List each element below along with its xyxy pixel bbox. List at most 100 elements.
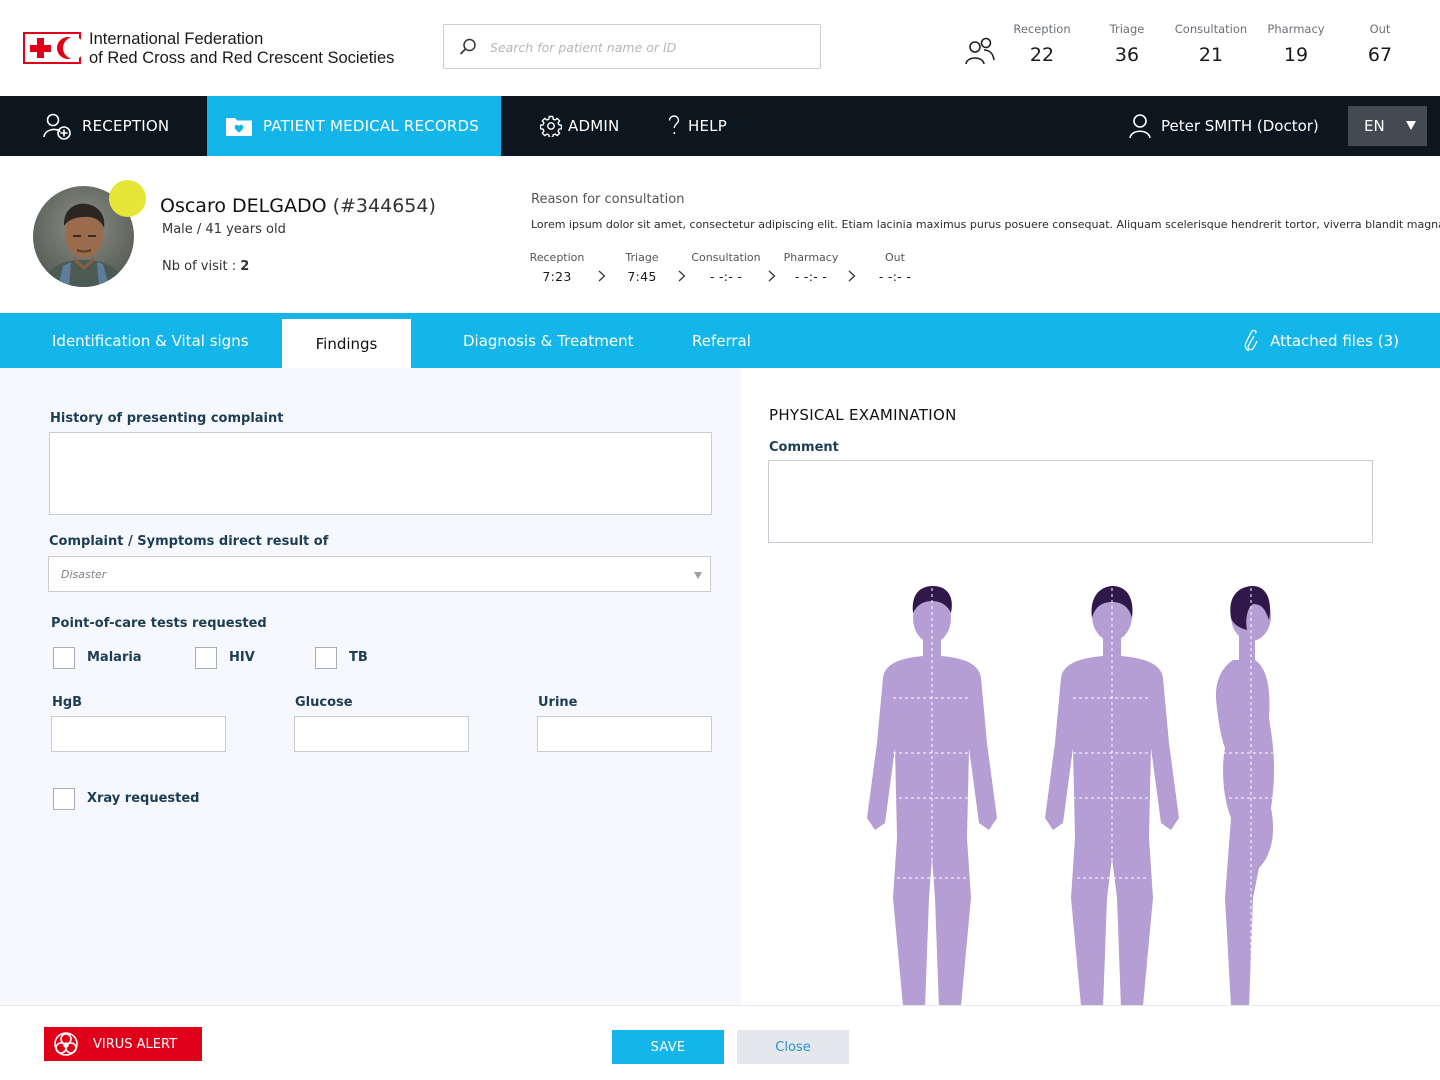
folder-heart-icon <box>226 118 252 136</box>
timeline-reception: Reception 7:23 <box>512 251 602 284</box>
ifrc-logo-icon <box>23 32 85 64</box>
timeline-out: Out - -:- - <box>850 251 940 284</box>
nav-help-label: HELP <box>688 117 727 135</box>
save-button[interactable]: SAVE <box>612 1030 724 1064</box>
tab-findings[interactable]: Findings <box>282 319 411 368</box>
virus-alert-label: VIRUS ALERT <box>93 1036 178 1052</box>
patient-id: (#344654) <box>332 195 436 217</box>
biohazard-icon <box>54 1032 78 1056</box>
complaint-select-value: Disaster <box>61 568 107 581</box>
timeline-time: 7:23 <box>542 269 572 284</box>
malaria-checkbox[interactable] <box>53 647 75 669</box>
reason-title: Reason for consultation <box>531 192 685 207</box>
history-label: History of presenting complaint <box>50 411 284 426</box>
hiv-label: HIV <box>229 650 255 665</box>
action-bar: VIRUS ALERT SAVE Close <box>0 1005 1440 1080</box>
timeline-consultation: Consultation - -:- - <box>681 251 771 284</box>
timeline-label: Consultation <box>691 251 761 264</box>
search-icon <box>459 38 476 55</box>
visit-count: Nb of visit : 2 <box>162 259 249 274</box>
nav-reception-label: RECEPTION <box>82 117 170 135</box>
findings-form: History of presenting complaint Complain… <box>0 368 741 1005</box>
hiv-checkbox[interactable] <box>195 647 217 669</box>
urine-input[interactable] <box>537 716 712 752</box>
main-nav: RECEPTION PATIENT MEDICAL RECORDS ADMIN … <box>0 96 1440 156</box>
nav-help[interactable]: HELP <box>668 96 727 156</box>
question-icon <box>668 115 680 134</box>
patient-first-name: Oscaro <box>160 195 226 217</box>
org-name: International Federation of Red Cross an… <box>89 30 394 68</box>
caret-down-icon <box>694 572 702 579</box>
history-textarea[interactable] <box>49 432 712 515</box>
stat-value: 22 <box>1029 44 1055 66</box>
stat-label: Triage <box>1109 22 1145 36</box>
tab-diagnosis[interactable]: Diagnosis & Treatment <box>463 313 633 368</box>
stat-triage: Triage 36 <box>1082 22 1172 66</box>
malaria-label: Malaria <box>87 650 142 665</box>
visit-count-label: Nb of visit : <box>162 259 241 274</box>
urine-label: Urine <box>538 695 578 710</box>
timeline-pharmacy: Pharmacy - -:- - <box>766 251 856 284</box>
tb-label: TB <box>349 650 368 665</box>
timeline-label: Pharmacy <box>783 251 839 264</box>
timeline-time: - -:- - <box>709 269 743 284</box>
stat-label: Pharmacy <box>1267 22 1325 36</box>
tab-identification[interactable]: Identification & Vital signs <box>52 313 249 368</box>
exam-title: PHYSICAL EXAMINATION <box>769 406 957 424</box>
patient-sex-age: Male / 41 years old <box>162 222 286 237</box>
nav-patient-records[interactable]: PATIENT MEDICAL RECORDS <box>207 96 501 156</box>
patient-status-dot <box>109 180 146 217</box>
language-select[interactable]: EN <box>1348 106 1427 146</box>
user-menu[interactable]: Peter SMITH (Doctor) <box>1128 96 1319 156</box>
hgb-label: HgB <box>52 695 83 710</box>
xray-label: Xray requested <box>87 791 200 806</box>
glucose-input[interactable] <box>294 716 469 752</box>
attached-files-label: Attached files (3) <box>1270 331 1399 350</box>
stat-value: 21 <box>1198 44 1224 66</box>
patient-summary: Oscaro DELGADO (#344654) Male / 41 years… <box>0 156 1440 313</box>
language-value: EN <box>1364 117 1385 135</box>
glucose-label: Glucose <box>295 695 353 710</box>
timeline-label: Triage <box>625 251 659 264</box>
search-box[interactable] <box>443 24 821 69</box>
org-name-line2: of Red Cross and Red Crescent Societies <box>89 49 395 67</box>
poc-tests-label: Point-of-care tests requested <box>51 616 267 631</box>
complaint-label: Complaint / Symptoms direct result of <box>49 534 329 549</box>
timeline-time: 7:45 <box>627 269 657 284</box>
hgb-input[interactable] <box>51 716 226 752</box>
complaint-select[interactable]: Disaster <box>48 556 711 592</box>
stat-out: Out 67 <box>1335 22 1425 66</box>
tab-referral[interactable]: Referral <box>692 313 751 368</box>
patients-icon <box>965 37 995 65</box>
search-input[interactable] <box>490 35 810 59</box>
user-name: Peter SMITH (Doctor) <box>1161 117 1319 135</box>
timeline-label: Reception <box>529 251 585 264</box>
stat-pharmacy: Pharmacy 19 <box>1251 22 1341 66</box>
org-name-line1: International Federation <box>89 30 264 48</box>
tb-checkbox[interactable] <box>315 647 337 669</box>
stat-value: 19 <box>1283 44 1309 66</box>
virus-alert-button[interactable]: VIRUS ALERT <box>44 1027 202 1061</box>
reason-text: Lorem ipsum dolor sit amet, consectetur … <box>531 218 1440 231</box>
xray-checkbox[interactable] <box>53 788 75 810</box>
add-user-icon <box>43 113 71 140</box>
timeline-time: - -:- - <box>878 269 912 284</box>
stat-value: 36 <box>1114 44 1140 66</box>
close-button[interactable]: Close <box>737 1030 849 1064</box>
tab-attached-files[interactable]: Attached files (3) <box>1244 313 1399 368</box>
body-diagram[interactable] <box>821 568 1361 1005</box>
stat-value: 67 <box>1367 44 1393 66</box>
timeline-time: - -:- - <box>794 269 828 284</box>
timeline-label: Out <box>885 251 905 264</box>
comment-textarea[interactable] <box>768 460 1373 543</box>
caret-down-icon <box>1406 121 1416 130</box>
patient-last-name: DELGADO <box>232 195 327 217</box>
app-header: International Federation of Red Cross an… <box>0 0 1440 96</box>
timeline-triage: Triage 7:45 <box>597 251 687 284</box>
nav-admin-label: ADMIN <box>568 117 620 135</box>
nav-admin[interactable]: ADMIN <box>540 96 619 156</box>
nav-reception[interactable]: RECEPTION <box>42 96 169 156</box>
stat-consultation: Consultation 21 <box>1166 22 1256 66</box>
record-tabs: Identification & Vital signs Findings Di… <box>0 313 1440 368</box>
paperclip-icon <box>1244 329 1258 351</box>
